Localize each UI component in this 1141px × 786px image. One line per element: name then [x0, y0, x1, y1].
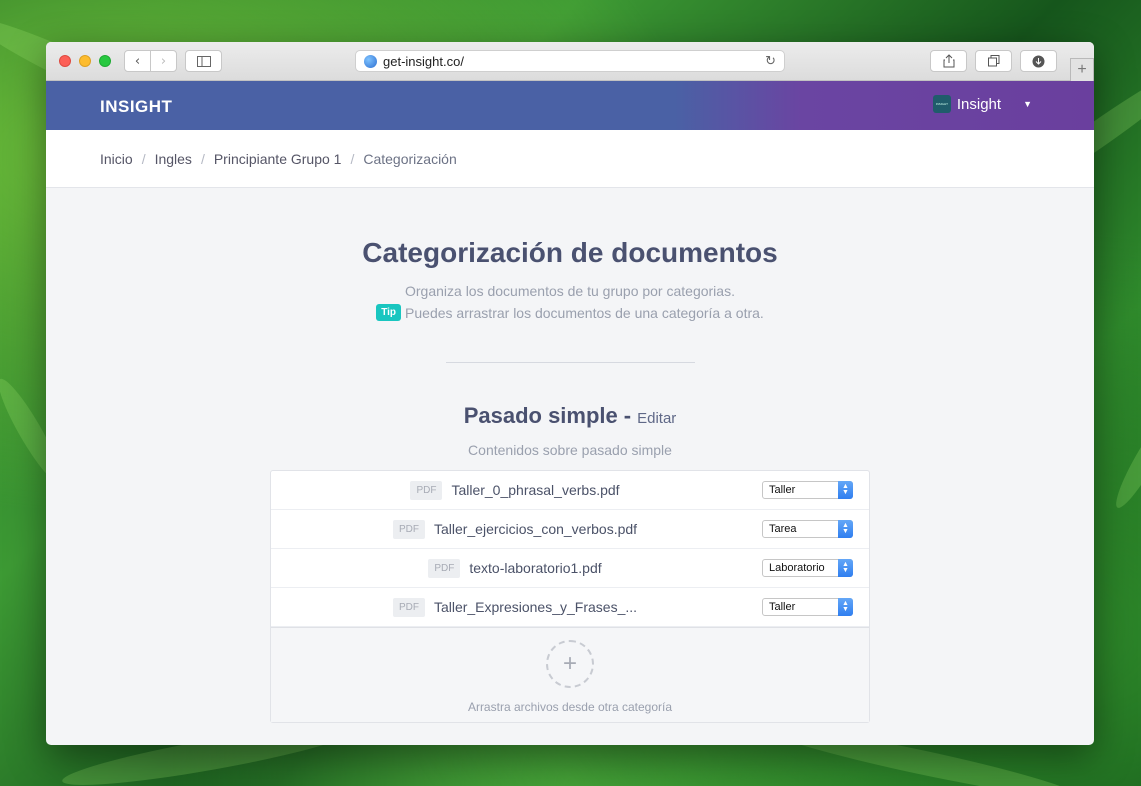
select-arrows-icon: ▲ ▼ [838, 598, 853, 616]
tabs-icon [987, 55, 999, 67]
document-name[interactable]: Taller_Expresiones_y_Frases_... [434, 599, 637, 615]
tabs-overview-button[interactable] [975, 50, 1012, 72]
new-tab-icon[interactable]: + [1070, 58, 1094, 81]
user-menu[interactable]: INSIGHT Insight ▼ [932, 95, 1032, 113]
select-arrows-icon: ▲ ▼ [838, 520, 853, 538]
breadcrumb-current: Categorización [363, 150, 457, 167]
category-description: Contenidos sobre pasado simple [468, 442, 672, 458]
maximize-window-icon[interactable] [99, 55, 111, 67]
category-select-value: Laboratorio [769, 562, 825, 574]
tip-text: Puedes arrastrar los documentos de una c… [405, 304, 764, 321]
breadcrumb-separator: / [350, 150, 355, 167]
sidebar-icon [196, 55, 211, 67]
document-row[interactable]: PDF texto-laboratorio1.pdf Laboratorio ▲… [271, 549, 869, 588]
pdf-icon: PDF [392, 597, 425, 617]
address-bar[interactable]: get-insight.co/ ↻ [355, 50, 785, 72]
category-header: Pasado simple - Editar [46, 403, 1094, 429]
document-name[interactable]: Taller_ejercicios_con_verbos.pdf [434, 521, 637, 537]
download-icon [1032, 55, 1045, 67]
pdf-icon: PDF [428, 558, 461, 578]
breadcrumb-separator: / [141, 150, 146, 167]
breadcrumb-item-ingles[interactable]: Ingles [155, 151, 192, 167]
document-list: PDF Taller_0_phrasal_verbs.pdf Taller ▲ ▼… [270, 470, 870, 723]
document-row[interactable]: PDF Taller_0_phrasal_verbs.pdf Taller ▲ ▼ [271, 471, 869, 510]
select-arrows-icon: ▲ ▼ [838, 559, 853, 577]
breadcrumb: Inicio / Ingles / Principiante Grupo 1 /… [46, 130, 1094, 188]
close-window-icon[interactable] [59, 55, 71, 67]
main-content: Categorización de documentos Organiza lo… [46, 237, 1094, 723]
page-subtitle: Organiza los documentos de tu grupo por … [405, 283, 735, 299]
globe-icon [364, 54, 377, 68]
document-row[interactable]: PDF Taller_ejercicios_con_verbos.pdf Tar… [271, 510, 869, 549]
browser-toolbar: ‹ › get-insight.co/ ↻ + [46, 42, 1094, 81]
back-icon[interactable]: ‹ [125, 51, 150, 71]
brand-logo[interactable]: INSIGHT [100, 97, 172, 117]
category-select-value: Tarea [769, 523, 797, 535]
document-name[interactable]: Taller_0_phrasal_verbs.pdf [451, 482, 619, 498]
category-name: Pasado simple [463, 403, 618, 428]
chevron-down-icon[interactable]: ▼ [1023, 99, 1032, 109]
category-select-value: Taller [769, 484, 796, 496]
divider [445, 362, 695, 363]
pdf-icon: PDF [392, 519, 425, 539]
category-select[interactable]: Tarea ▲ ▼ [762, 520, 853, 538]
drop-zone[interactable]: + Arrastra archivos desde otra categoría [271, 627, 869, 722]
page-title: Categorización de documentos [362, 237, 778, 268]
breadcrumb-item-inicio[interactable]: Inicio [100, 151, 133, 167]
minimize-window-icon[interactable] [79, 55, 91, 67]
sidebar-toggle-button[interactable] [185, 50, 222, 72]
category-dash: - [623, 403, 632, 428]
breadcrumb-item-grupo[interactable]: Principiante Grupo 1 [214, 151, 342, 167]
add-icon[interactable]: + [546, 640, 594, 688]
drop-zone-text: Arrastra archivos desde otra categoría [467, 700, 673, 714]
edit-category-link[interactable]: Editar [637, 410, 676, 427]
url-text: get-insight.co/ [383, 53, 464, 69]
pdf-icon: PDF [410, 480, 443, 500]
tip-line: Tip Puedes arrastrar los documentos de u… [46, 304, 1094, 321]
forward-icon[interactable]: › [150, 51, 176, 71]
select-arrows-icon: ▲ ▼ [838, 481, 853, 499]
tip-badge: Tip [376, 304, 402, 321]
category-select-value: Taller [769, 601, 796, 613]
history-nav: ‹ › [124, 50, 177, 72]
downloads-button[interactable] [1020, 50, 1057, 72]
share-icon [943, 54, 954, 68]
user-name: Insight [956, 95, 1002, 113]
avatar: INSIGHT [932, 95, 951, 113]
app-header: INSIGHT INSIGHT Insight ▼ [46, 81, 1094, 130]
browser-window: ‹ › get-insight.co/ ↻ + INSIGHT INSIGHT … [46, 42, 1094, 745]
category-select[interactable]: Taller ▲ ▼ [762, 481, 853, 499]
category-select[interactable]: Taller ▲ ▼ [762, 598, 853, 616]
breadcrumb-separator: / [200, 150, 205, 167]
reload-icon[interactable]: ↻ [765, 54, 776, 69]
document-name[interactable]: texto-laboratorio1.pdf [469, 560, 601, 576]
category-select[interactable]: Laboratorio ▲ ▼ [762, 559, 853, 577]
share-button[interactable] [930, 50, 967, 72]
document-row[interactable]: PDF Taller_Expresiones_y_Frases_... Tall… [271, 588, 869, 627]
